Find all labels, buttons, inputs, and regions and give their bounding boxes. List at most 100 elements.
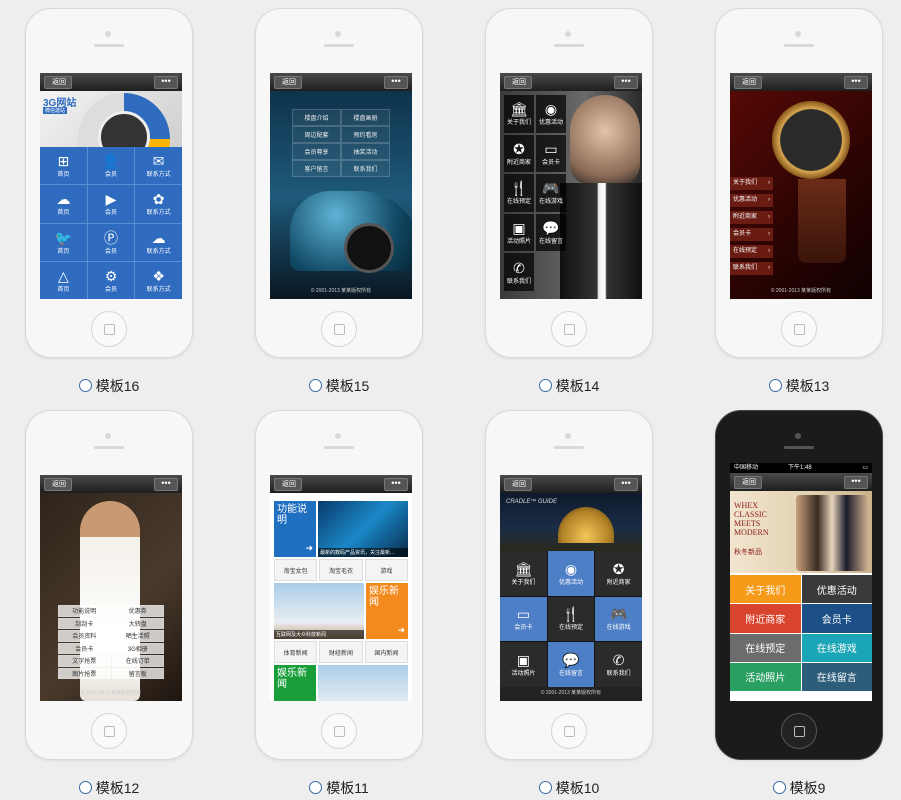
menu-tile[interactable]: ◉ 优惠活动 xyxy=(547,551,595,596)
radio-button[interactable] xyxy=(78,379,92,392)
rocket-image-tile[interactable] xyxy=(318,665,408,701)
menu-item[interactable]: 预约看房 xyxy=(341,126,390,143)
link-item[interactable]: 淘宝女包 xyxy=(274,559,318,581)
menu-tile[interactable]: ⚙ 会员 xyxy=(87,261,135,299)
menu-tile[interactable]: ✉ 联系方式 xyxy=(135,147,182,185)
menu-tile[interactable]: ☁ 联系方式 xyxy=(135,223,182,261)
radio-button[interactable] xyxy=(309,781,323,794)
menu-item[interactable]: 抽奖活动 xyxy=(341,143,390,160)
menu-tile[interactable]: 活动照片 xyxy=(730,662,801,691)
menu-tile[interactable]: ◉ 优惠活动 xyxy=(536,95,566,133)
menu-tile[interactable]: ▣ 活动照片 xyxy=(500,642,547,687)
menu-tile[interactable]: 在线预定 xyxy=(730,633,801,662)
menu-tile[interactable]: 在线留言 xyxy=(801,662,872,691)
menu-tile[interactable]: 🐦 首页 xyxy=(40,223,87,261)
back-button[interactable]: 返回 xyxy=(504,76,532,89)
menu-tile[interactable]: ✆ 联系我们 xyxy=(504,253,534,291)
menu-item[interactable]: 客户留言 xyxy=(292,160,341,177)
radio-button[interactable] xyxy=(308,379,322,392)
menu-item[interactable]: 刮刮卡 xyxy=(58,617,111,629)
menu-tile[interactable]: 优惠活动 xyxy=(801,575,872,604)
more-button[interactable]: ••• xyxy=(844,76,868,89)
menu-tile[interactable]: 💬 在线留言 xyxy=(547,642,595,687)
menu-tile[interactable]: 🏛 关于我们 xyxy=(504,95,534,133)
template-caption[interactable]: 模板14 xyxy=(485,376,653,396)
radio-button[interactable] xyxy=(538,379,552,392)
radio-button[interactable] xyxy=(768,379,782,392)
template-card-14[interactable]: 返回 ••• 🏛 关于我们 ◉ 优惠活动 ✪ 附近商家 ▭ 会员卡 🍴 在线预定 🎮 在线游… xyxy=(485,8,653,398)
template-card-16[interactable]: 返回 ••• 3G网站 微信建站 ⊞ 首页 👤 会员 ✉ 联系方式 ☁ 首页 ▶ 会员 ✿… xyxy=(25,8,193,398)
rocket-image-tile[interactable]: 互联网及大众科技新闻 xyxy=(274,583,364,639)
news-image-tile[interactable]: 最新的数码产品资讯，关注最新... xyxy=(318,501,408,557)
template-card-15[interactable]: 返回 ••• 楼盘介绍 楼盘画册 周边配套 预约看房 会员尊享 抽奖活动 客户留… xyxy=(255,8,423,398)
menu-tile[interactable]: ❖ 联系方式 xyxy=(135,261,182,299)
menu-item[interactable]: 图片抢票 xyxy=(58,667,111,679)
menu-item[interactable]: 楼盘介绍 xyxy=(292,109,341,126)
link-item[interactable]: 淘宝毛衣 xyxy=(319,559,363,581)
menu-tile[interactable]: ▭ 会员卡 xyxy=(536,134,566,173)
menu-tile[interactable]: 在线游戏 xyxy=(801,633,872,662)
menu-tile[interactable]: 附近商家 xyxy=(730,604,801,633)
menu-tile[interactable]: 👤 会员 xyxy=(87,147,135,185)
menu-item[interactable]: 联系我们 xyxy=(341,160,390,177)
radio-button[interactable] xyxy=(772,781,786,794)
menu-tile[interactable]: 💬 在线留言 xyxy=(536,213,566,252)
menu-item[interactable]: 会员资料 xyxy=(58,630,111,642)
template-card-11[interactable]: 返回 ••• 功能说明 ➜ 最新的数码产品资讯，关注最新... 淘宝女包 淘宝毛… xyxy=(255,410,423,800)
back-button[interactable]: 返回 xyxy=(504,478,532,491)
menu-item[interactable]: 会员尊享 xyxy=(292,143,341,160)
menu-item[interactable]: 会员卡 xyxy=(730,228,773,241)
menu-tile[interactable]: ☁ 首页 xyxy=(40,185,87,223)
more-button[interactable]: ••• xyxy=(384,76,408,89)
radio-button[interactable] xyxy=(538,781,552,794)
menu-item[interactable]: 联系我们 xyxy=(730,262,773,275)
menu-item[interactable]: 3G相册 xyxy=(111,642,164,654)
menu-item[interactable]: 楼盘画册 xyxy=(341,109,390,126)
menu-tile[interactable]: △ 首页 xyxy=(40,261,87,299)
menu-item[interactable]: 在线预定 xyxy=(730,245,773,258)
menu-tile[interactable]: 🏛 关于我们 xyxy=(500,551,547,596)
menu-tile[interactable]: ✆ 联系我们 xyxy=(595,642,642,687)
template-card-10[interactable]: 返回 ••• CRADLE™ GUIDE 🏛 关于我们 ◉ 优惠活动 ✪ 附近商家 ▭… xyxy=(485,410,653,800)
back-button[interactable]: 返回 xyxy=(44,76,72,89)
menu-tile[interactable]: 🍴 在线预定 xyxy=(504,174,534,212)
template-card-12[interactable]: 返回 ••• 功能说明 优惠券 刮刮卡 大转盘 会员资料 晒生活照 会员卡 3G… xyxy=(25,410,193,800)
menu-item[interactable]: 留言板 xyxy=(111,667,164,679)
menu-item[interactable]: 附近商家 xyxy=(730,211,773,224)
menu-tile[interactable]: ✪ 附近商家 xyxy=(504,134,534,173)
menu-tile[interactable]: ⊞ 首页 xyxy=(40,147,87,185)
entertainment-tile[interactable]: 娱乐新闻 ➜ xyxy=(366,583,408,639)
menu-tile[interactable]: 🎮 在线游戏 xyxy=(595,596,642,642)
menu-tile[interactable]: 🍴 在线预定 xyxy=(547,596,595,642)
menu-item[interactable]: 晒生活照 xyxy=(111,630,164,642)
feature-tile[interactable]: 功能说明 ➜ xyxy=(274,501,316,557)
menu-tile[interactable]: 会员卡 xyxy=(801,604,872,633)
menu-tile[interactable]: 🎮 在线游戏 xyxy=(536,174,566,212)
menu-item[interactable]: 关于我们 xyxy=(730,177,773,190)
menu-item[interactable]: 优惠券 xyxy=(111,605,164,617)
menu-item[interactable]: 大转盘 xyxy=(111,617,164,629)
back-button[interactable]: 返回 xyxy=(274,76,302,89)
template-caption[interactable]: 模板9 xyxy=(715,778,883,798)
back-button[interactable]: 返回 xyxy=(44,478,72,491)
template-card-9[interactable]: 中国移动 下午1:48 ▭ 返回 ••• WHEX CLASSIC MEETS … xyxy=(715,410,883,800)
menu-tile[interactable]: ✿ 联系方式 xyxy=(135,185,182,223)
entertainment-tile-green[interactable]: 娱乐新闻 xyxy=(274,665,316,701)
menu-item[interactable]: 优惠活动 xyxy=(730,194,773,207)
menu-tile[interactable]: ✪ 附近商家 xyxy=(595,551,642,596)
template-caption[interactable]: 模板15 xyxy=(255,376,423,396)
menu-tile[interactable]: 关于我们 xyxy=(730,575,801,604)
link-item[interactable]: 国内新闻 xyxy=(364,641,408,663)
template-caption[interactable]: 模板16 xyxy=(25,376,193,396)
more-button[interactable]: ••• xyxy=(614,76,638,89)
link-item[interactable]: 体育新闻 xyxy=(274,641,318,663)
back-button[interactable]: 返回 xyxy=(734,476,762,489)
more-button[interactable]: ••• xyxy=(154,76,178,89)
template-caption[interactable]: 模板10 xyxy=(485,778,653,798)
template-card-13[interactable]: 返回 ••• 关于我们 优惠活动 附近商家 会员卡 在线预定 联系我们 © 20… xyxy=(715,8,883,398)
more-button[interactable]: ••• xyxy=(384,478,408,491)
menu-tile[interactable]: ▭ 会员卡 xyxy=(500,596,547,642)
menu-tile[interactable]: ▣ 活动照片 xyxy=(504,213,534,252)
back-button[interactable]: 返回 xyxy=(734,76,762,89)
link-item[interactable]: 财经新闻 xyxy=(319,641,363,663)
